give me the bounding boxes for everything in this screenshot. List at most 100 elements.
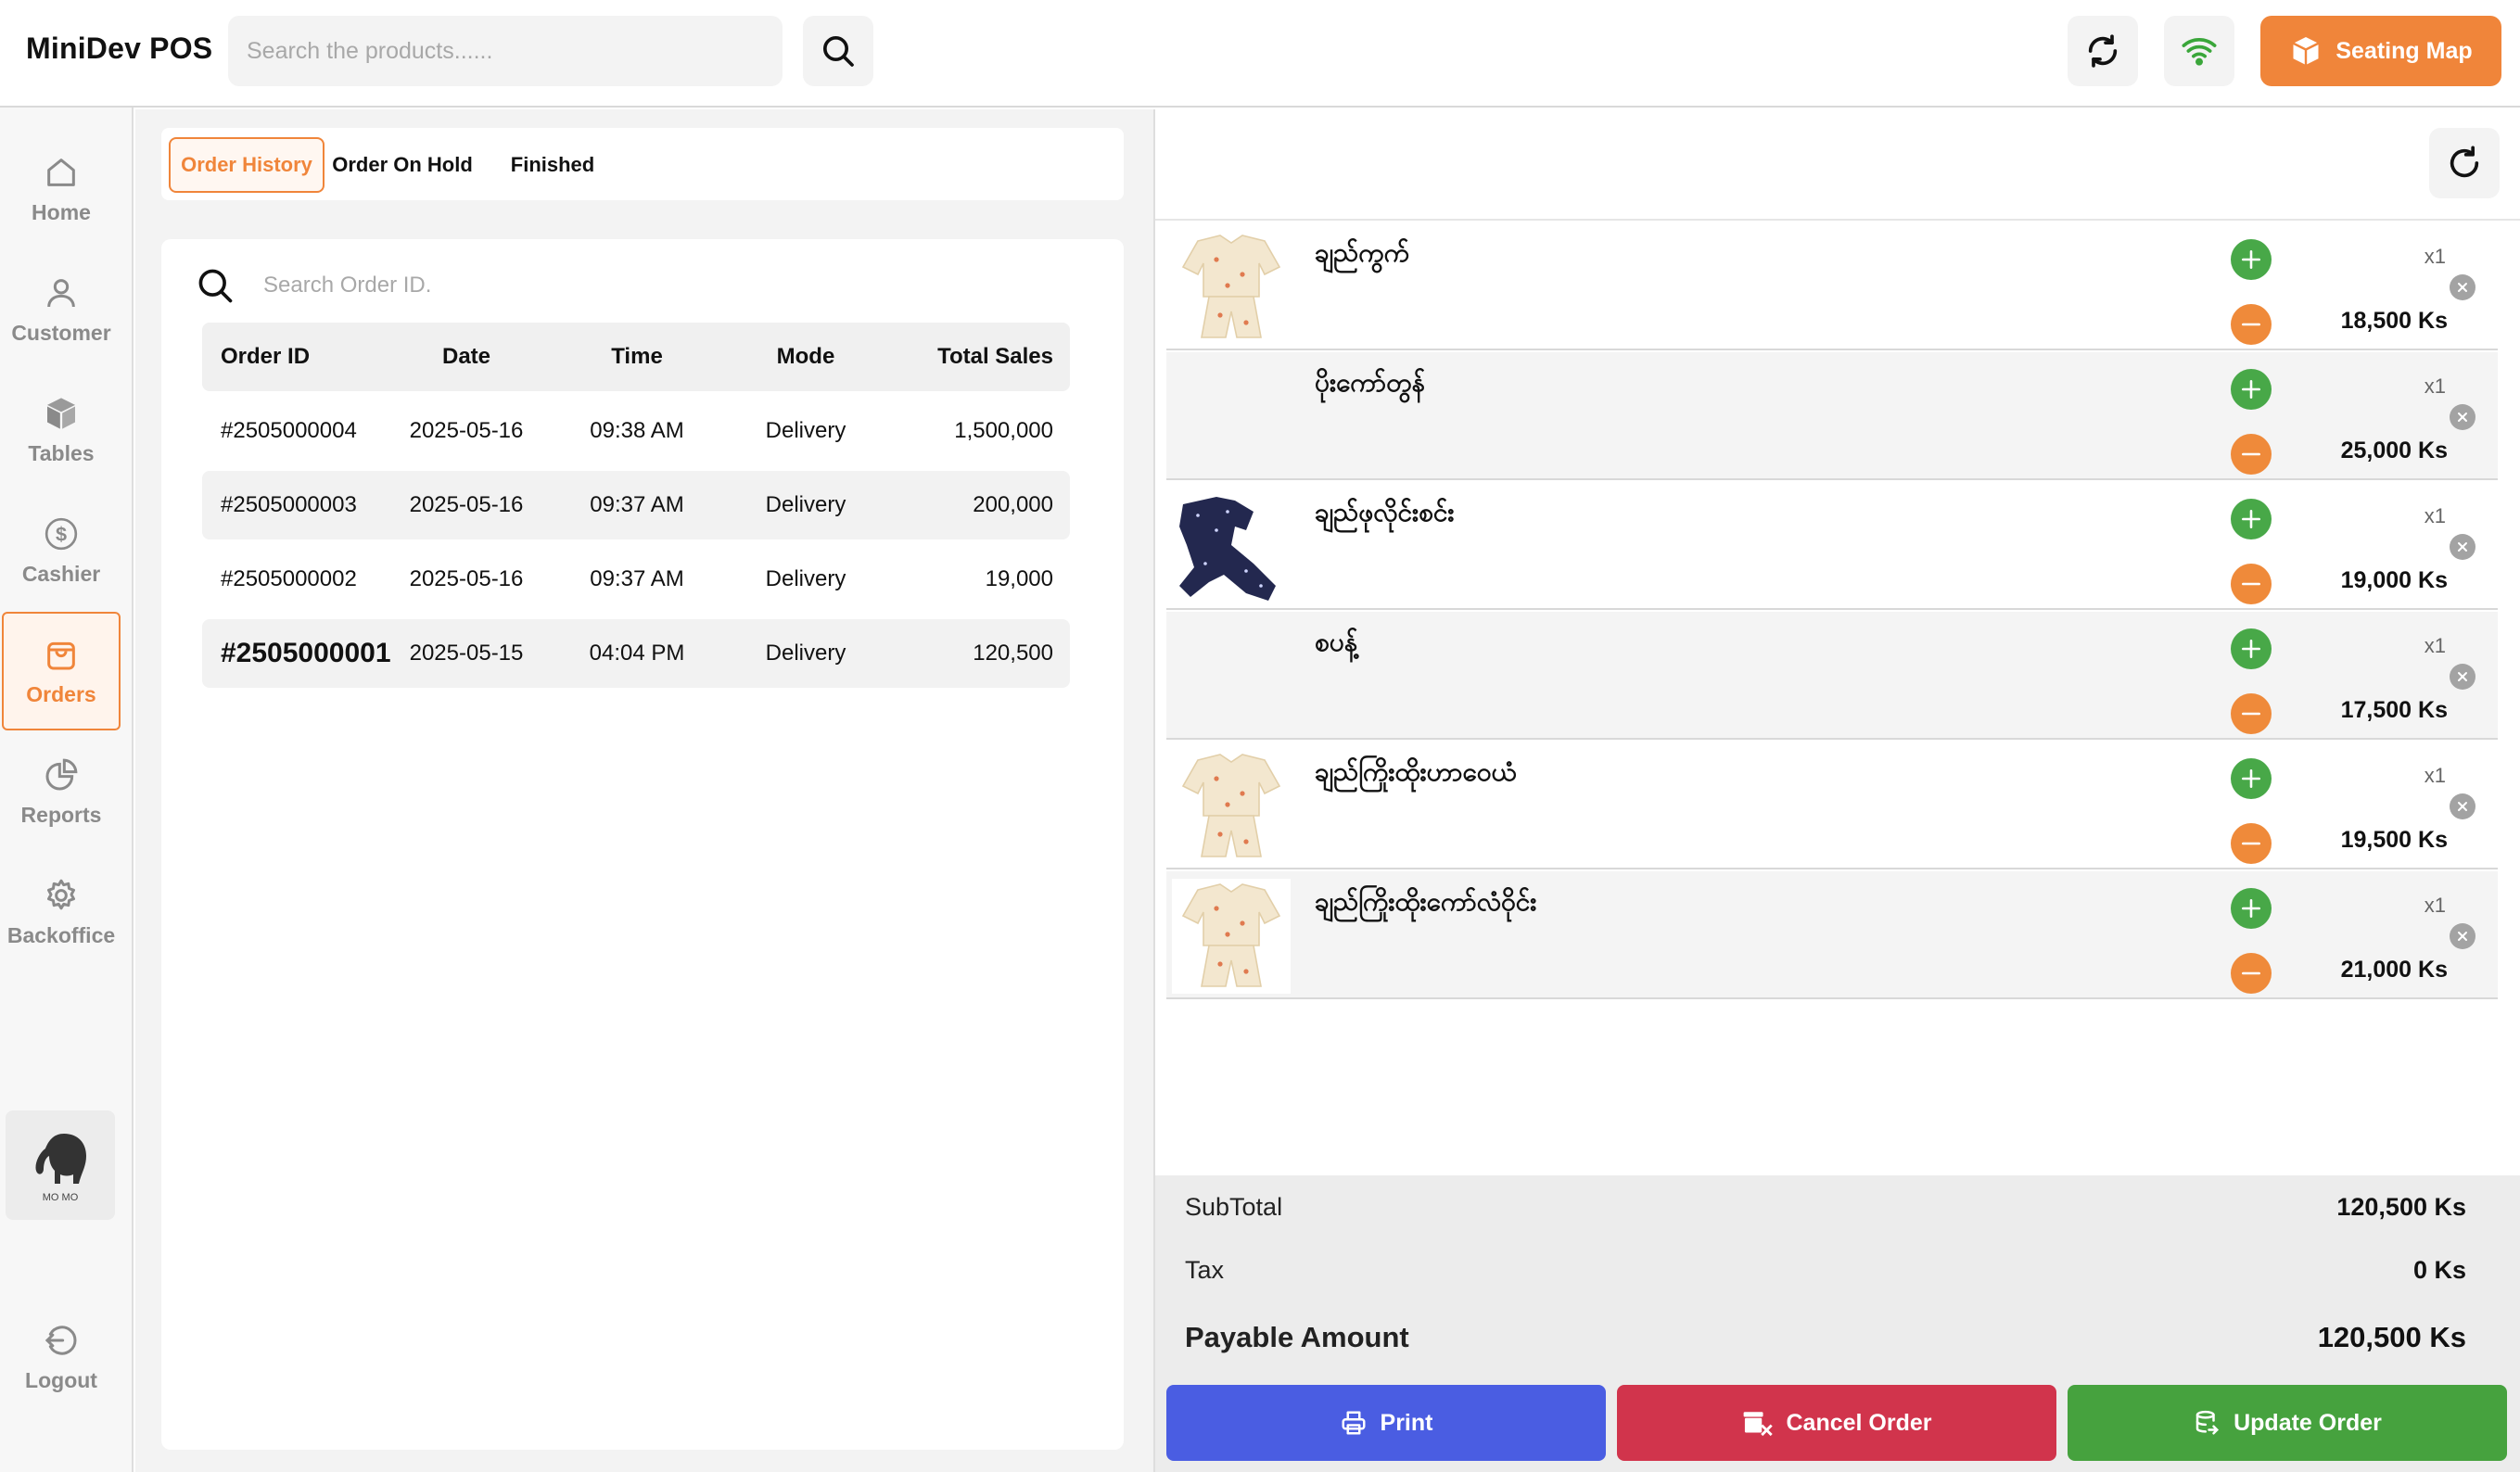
sidebar-item-orders[interactable]: Orders	[2, 612, 121, 730]
remove-item-button[interactable]	[2450, 534, 2475, 560]
column-header: Date	[441, 344, 491, 369]
elephant-logo: MO MO	[35, 1134, 86, 1203]
print-label: Print	[1380, 1409, 1433, 1436]
decrease-qty-button[interactable]	[2231, 434, 2272, 475]
plus-icon	[2242, 769, 2260, 788]
cube-icon	[47, 397, 75, 429]
sidebar-item-home[interactable]: Home	[2, 130, 121, 248]
gear-icon	[47, 879, 75, 909]
seating-map-button[interactable]: Seating Map	[2260, 16, 2501, 86]
column-header: Mode	[776, 344, 835, 369]
tab-finished[interactable]: Finished	[488, 137, 617, 193]
cancel-order-button[interactable]: Cancel Order	[1617, 1385, 2056, 1461]
plus-icon	[2242, 510, 2260, 528]
subtotal-label: SubTotal	[1185, 1192, 1283, 1221]
column-header: Total Sales	[937, 344, 1053, 369]
order-time: 09:37 AM	[590, 566, 684, 591]
logout-label: Logout	[25, 1367, 97, 1392]
decrease-qty-button[interactable]	[2231, 693, 2272, 734]
logout-button[interactable]: Logout	[2, 1298, 121, 1416]
item-price: 21,000 Ks	[2340, 957, 2448, 983]
order-date: 2025-05-16	[409, 418, 524, 443]
app-title: MiniDev POS	[26, 32, 213, 65]
order-mode: Delivery	[765, 641, 846, 666]
sync-button[interactable]	[2068, 16, 2138, 86]
table-row[interactable]: #2505000003 2025-05-16 09:37 AM Delivery…	[202, 471, 1070, 539]
item-price: 19,500 Ks	[2340, 827, 2448, 853]
tax-row: Tax 0 Ks	[1185, 1253, 2466, 1287]
order-time: 04:04 PM	[589, 641, 685, 666]
remove-item-button[interactable]	[2450, 274, 2475, 300]
cart-item: ချည်ကွက် x1 18,500 Ks	[1166, 222, 2498, 350]
pie-chart-icon	[45, 758, 78, 790]
item-name: ချည်ကွက်	[1315, 237, 1410, 268]
refresh-icon	[2450, 146, 2479, 178]
close-icon	[2458, 283, 2467, 292]
minus-icon	[2242, 323, 2260, 326]
remove-item-button[interactable]	[2450, 404, 2475, 430]
increase-qty-button[interactable]	[2231, 499, 2272, 539]
close-icon	[2458, 802, 2467, 811]
column-header: Time	[611, 344, 663, 369]
subtotal-value: 120,500 Ks	[2336, 1192, 2466, 1221]
sidebar-item-tables[interactable]: Tables	[2, 371, 121, 489]
increase-qty-button[interactable]	[2231, 628, 2272, 669]
order-date: 2025-05-15	[409, 641, 524, 666]
sidebar-item-customer[interactable]: Customer	[2, 250, 121, 369]
avatar[interactable]: MO MO	[6, 1110, 115, 1220]
top-bar: MiniDev POS Seating Map	[0, 0, 2520, 108]
order-search-input[interactable]	[263, 273, 912, 298]
item-name: ပိုးကော်တွန်	[1315, 367, 1425, 398]
table-header: Order ID Date Time Mode Total Sales	[202, 323, 1070, 391]
minus-icon	[2242, 452, 2260, 456]
item-qty: x1	[2424, 894, 2446, 917]
increase-qty-button[interactable]	[2231, 239, 2272, 280]
item-qty: x1	[2424, 374, 2446, 398]
home-icon	[47, 158, 75, 186]
remove-item-button[interactable]	[2450, 923, 2475, 949]
table-row[interactable]: #2505000004 2025-05-16 09:38 AM Delivery…	[202, 397, 1070, 465]
decrease-qty-button[interactable]	[2231, 564, 2272, 604]
tab-order-on-hold[interactable]: Order On Hold	[328, 137, 477, 193]
sidebar-item-label: Backoffice	[6, 922, 116, 947]
sidebar-item-label: Cashier	[21, 561, 101, 586]
product-search-box[interactable]	[228, 16, 783, 86]
wifi-status-button[interactable]	[2164, 16, 2234, 86]
decrease-qty-button[interactable]	[2231, 304, 2272, 345]
item-qty: x1	[2424, 504, 2446, 527]
order-total: 1,500,000	[954, 418, 1053, 443]
tax-label: Tax	[1185, 1255, 1225, 1284]
minus-icon	[2242, 582, 2260, 586]
bag-icon	[47, 641, 75, 669]
sidebar-item-reports[interactable]: Reports	[2, 732, 121, 851]
tab-order-history[interactable]: Order History	[169, 137, 325, 193]
payable-row: Payable Amount 120,500 Ks	[1185, 1318, 2466, 1357]
increase-qty-button[interactable]	[2231, 758, 2272, 799]
sidebar-item-cashier[interactable]: $ Cashier	[2, 491, 121, 610]
remove-item-button[interactable]	[2450, 793, 2475, 819]
item-name: စပန့်	[1315, 627, 1358, 657]
table-row-selected[interactable]: #2505000001 2025-05-15 04:04 PM Delivery…	[202, 619, 1070, 688]
order-mode: Delivery	[765, 418, 846, 443]
order-search[interactable]	[195, 260, 1029, 311]
sidebar-item-label: Orders	[26, 681, 96, 706]
order-tabs: Order History Order On Hold Finished	[161, 128, 1124, 200]
plus-icon	[2242, 250, 2260, 269]
cancel-cart-icon	[1744, 1412, 1774, 1437]
print-button[interactable]: Print	[1166, 1385, 1606, 1461]
order-time: 09:38 AM	[590, 418, 684, 443]
search-icon	[823, 36, 854, 67]
increase-qty-button[interactable]	[2231, 888, 2272, 929]
product-search-input[interactable]	[247, 37, 783, 65]
remove-item-button[interactable]	[2450, 664, 2475, 690]
increase-qty-button[interactable]	[2231, 369, 2272, 410]
decrease-qty-button[interactable]	[2231, 823, 2272, 864]
decrease-qty-button[interactable]	[2231, 953, 2272, 994]
update-order-button[interactable]: Update Order	[2068, 1385, 2507, 1461]
table-row[interactable]: #2505000002 2025-05-16 09:37 AM Delivery…	[202, 545, 1070, 614]
order-id: #2505000002	[221, 566, 357, 591]
plus-icon	[2242, 640, 2260, 658]
search-button[interactable]	[803, 16, 873, 86]
refresh-cart-button[interactable]	[2429, 128, 2500, 198]
sidebar-item-backoffice[interactable]: Backoffice	[2, 853, 121, 971]
